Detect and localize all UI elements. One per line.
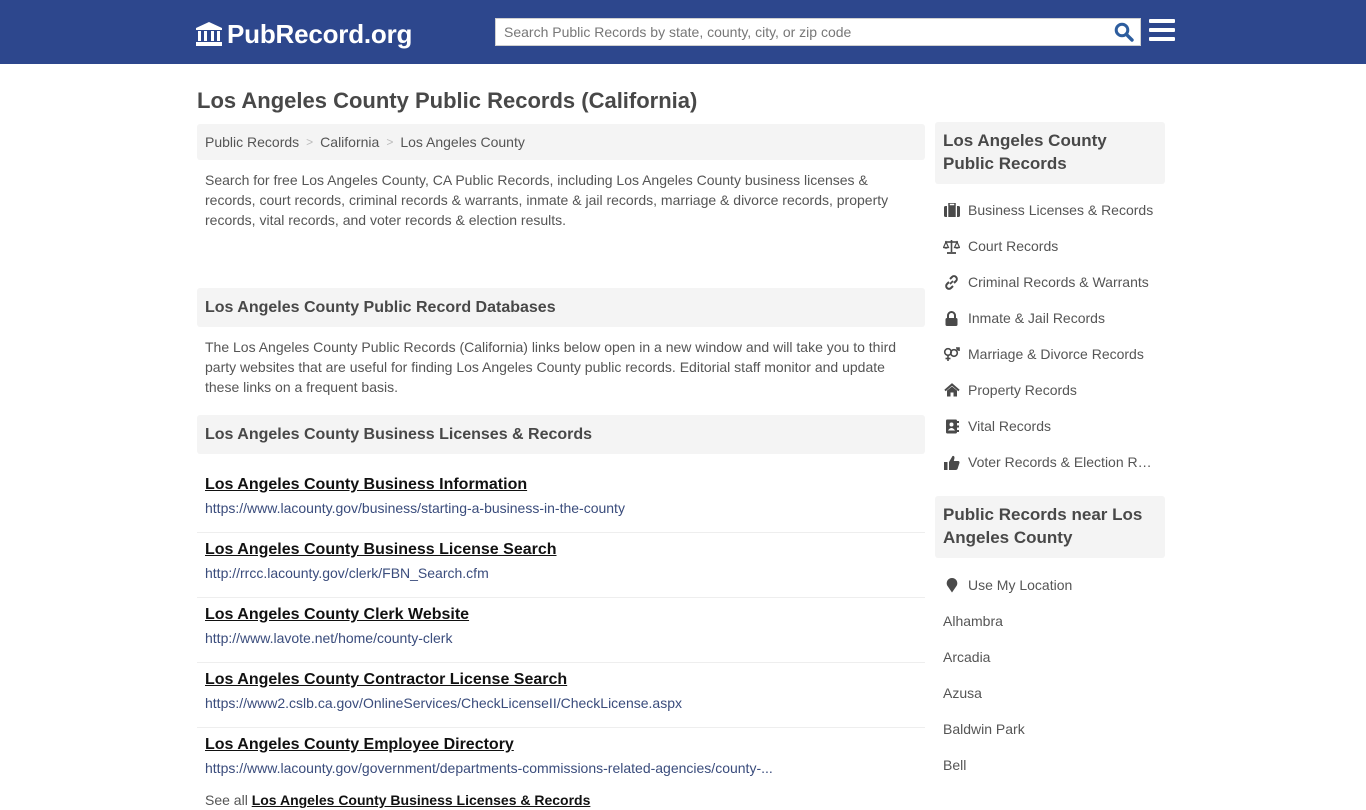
record-list: Los Angeles County Business Information … [197, 468, 925, 793]
thumbs-up-icon [943, 454, 960, 470]
category-list: Business Licenses & Records Court Record… [935, 184, 1165, 496]
menu-button[interactable] [1149, 19, 1175, 43]
nearby-link-arcadia[interactable]: Arcadia [935, 639, 1165, 675]
record-url: https://www2.cslb.ca.gov/OnlineServices/… [205, 695, 682, 711]
sidebar-item-business[interactable]: Business Licenses & Records [935, 192, 1165, 228]
databases-description: The Los Angeles County Public Records (C… [205, 339, 897, 395]
see-all-prefix: See all [205, 792, 248, 808]
breadcrumb-california[interactable]: California [320, 134, 379, 150]
sidebar-item-inmate[interactable]: Inmate & Jail Records [935, 300, 1165, 336]
nearby-link-azusa[interactable]: Azusa [935, 675, 1165, 711]
logo-text: PubRecord.org [227, 18, 413, 49]
nearby-link-baldwin-park[interactable]: Baldwin Park [935, 711, 1165, 747]
sidebar-item-label: Voter Records & Election Results [968, 454, 1158, 470]
intro-text: Search for free Los Angeles County, CA P… [205, 172, 889, 228]
breadcrumb-separator: > [386, 135, 394, 149]
sidebar-item-label: Vital Records [968, 418, 1052, 434]
lock-icon [943, 310, 960, 326]
record-title-link[interactable]: Los Angeles County Business Information [205, 468, 917, 497]
record-title-link[interactable]: Los Angeles County Clerk Website [205, 598, 917, 627]
nearby-link-bell[interactable]: Bell [935, 747, 1165, 783]
sidebar-nearby-heading: Public Records near Los Angeles County [935, 496, 1165, 558]
search-bar [495, 18, 1141, 46]
nearby-link-alhambra[interactable]: Alhambra [935, 603, 1165, 639]
sidebar-item-court[interactable]: Court Records [935, 228, 1165, 264]
sidebar-item-label: Criminal Records & Warrants [968, 274, 1149, 290]
site-header: PubRecord.org [0, 0, 1366, 64]
record-title-link[interactable]: Los Angeles County Business License Sear… [205, 533, 917, 562]
breadcrumb: Public Records > California > Los Angele… [197, 124, 925, 160]
sidebar-item-label: Court Records [968, 238, 1059, 254]
sidebar-item-label: Property Records [968, 382, 1077, 398]
sidebar-item-criminal[interactable]: Criminal Records & Warrants [935, 264, 1165, 300]
business-section-heading: Los Angeles County Business Licenses & R… [197, 415, 925, 454]
sidebar-item-label: Marriage & Divorce Records [968, 346, 1144, 362]
breadcrumb-los-angeles-county[interactable]: Los Angeles County [400, 134, 525, 150]
record-item: Los Angeles County Clerk Website http://… [197, 598, 925, 663]
record-url: http://rrcc.lacounty.gov/clerk/FBN_Searc… [205, 565, 489, 581]
site-logo[interactable]: PubRecord.org [195, 17, 412, 51]
hamburger-bar [1149, 37, 1175, 41]
sidebar-records-heading: Los Angeles County Public Records [935, 122, 1165, 184]
hamburger-bar [1149, 28, 1175, 32]
databases-heading: Los Angeles County Public Record Databas… [197, 288, 925, 327]
nearby-list: Use My Location Alhambra Arcadia Azusa B… [935, 558, 1165, 783]
record-url: http://www.lavote.net/home/county-clerk [205, 630, 453, 646]
record-url: https://www.lacounty.gov/business/starti… [205, 500, 625, 516]
search-input[interactable] [496, 19, 1108, 45]
use-my-location-button[interactable]: Use My Location [935, 567, 1165, 603]
see-all-link[interactable]: Los Angeles County Business Licenses & R… [252, 792, 591, 808]
main-content: Public Records > California > Los Angele… [197, 124, 925, 810]
record-item: Los Angeles County Business License Sear… [197, 533, 925, 598]
briefcase-icon [943, 202, 960, 218]
address-book-icon [943, 418, 960, 434]
sidebar-item-marriage[interactable]: Marriage & Divorce Records [935, 336, 1165, 372]
balance-scale-icon [943, 238, 960, 254]
sidebar: Los Angeles County Public Records Busine… [935, 122, 1165, 783]
see-all-row: See all Los Angeles County Business Lice… [197, 790, 925, 810]
sidebar-item-label: Business Licenses & Records [968, 202, 1154, 218]
venus-mars-icon [943, 346, 960, 362]
record-url: https://www.lacounty.gov/government/depa… [205, 760, 773, 776]
hamburger-bar [1149, 19, 1175, 23]
map-marker-icon [943, 577, 960, 593]
record-title-link[interactable]: Los Angeles County Contractor License Se… [205, 663, 917, 692]
use-my-location-label: Use My Location [968, 577, 1073, 593]
link-icon [943, 274, 960, 290]
search-icon [1114, 22, 1134, 42]
courthouse-icon [196, 22, 222, 46]
breadcrumb-public-records[interactable]: Public Records [205, 134, 299, 150]
record-item: Los Angeles County Business Information … [197, 468, 925, 533]
sidebar-item-property[interactable]: Property Records [935, 372, 1165, 408]
record-item: Los Angeles County Employee Directory ht… [197, 728, 925, 793]
record-item: Los Angeles County Contractor License Se… [197, 663, 925, 728]
home-icon [943, 382, 960, 398]
page-title: Los Angeles County Public Records (Calif… [197, 88, 698, 113]
search-button[interactable] [1108, 19, 1140, 45]
record-title-link[interactable]: Los Angeles County Employee Directory [205, 728, 917, 757]
sidebar-item-label: Inmate & Jail Records [968, 310, 1105, 326]
sidebar-item-vital[interactable]: Vital Records [935, 408, 1165, 444]
sidebar-item-voter[interactable]: Voter Records & Election Results [935, 444, 1165, 480]
breadcrumb-separator: > [306, 135, 314, 149]
